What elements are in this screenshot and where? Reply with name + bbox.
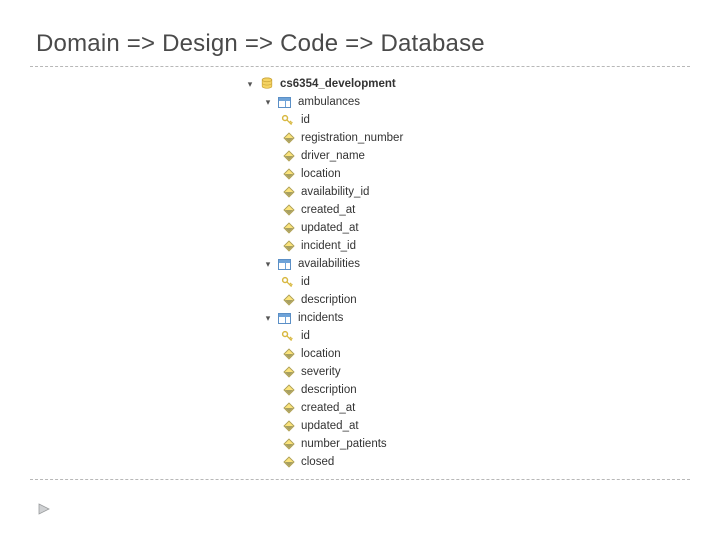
column-label: location: [299, 165, 341, 183]
diamond-icon: [280, 347, 295, 362]
column-label: availability_id: [299, 183, 369, 201]
table-node-availabilities[interactable]: ▾ availabilities: [245, 255, 720, 273]
column-label: number_patients: [299, 435, 387, 453]
column-label: incident_id: [299, 237, 356, 255]
column-node[interactable]: created_at: [245, 399, 720, 417]
column-label: location: [299, 345, 341, 363]
column-node[interactable]: registration_number: [245, 129, 720, 147]
column-label: description: [299, 381, 357, 399]
expand-arrow-icon[interactable]: ▾: [263, 311, 273, 325]
column-node[interactable]: id: [245, 111, 720, 129]
table-label: availabilities: [296, 255, 360, 273]
column-node[interactable]: closed: [245, 453, 720, 471]
diamond-icon: [280, 419, 295, 434]
table-label: incidents: [296, 309, 343, 327]
diamond-icon: [280, 221, 295, 236]
diamond-icon: [280, 455, 295, 470]
diamond-icon: [280, 383, 295, 398]
column-node[interactable]: location: [245, 165, 720, 183]
column-node[interactable]: description: [245, 291, 720, 309]
database-icon: [259, 77, 274, 92]
diamond-icon: [280, 203, 295, 218]
column-node[interactable]: updated_at: [245, 219, 720, 237]
column-node[interactable]: driver_name: [245, 147, 720, 165]
column-label: severity: [299, 363, 341, 381]
column-node[interactable]: updated_at: [245, 417, 720, 435]
column-label: updated_at: [299, 417, 359, 435]
column-node[interactable]: id: [245, 273, 720, 291]
key-icon: [280, 113, 295, 128]
divider-top: [30, 66, 690, 67]
column-label: id: [299, 327, 310, 345]
expand-arrow-icon[interactable]: ▾: [263, 95, 273, 109]
table-node-ambulances[interactable]: ▾ ambulances: [245, 93, 720, 111]
column-node[interactable]: description: [245, 381, 720, 399]
column-node[interactable]: severity: [245, 363, 720, 381]
column-label: created_at: [299, 201, 355, 219]
column-label: id: [299, 111, 310, 129]
diamond-icon: [280, 149, 295, 164]
bullet-play-icon: [38, 502, 52, 520]
expand-arrow-icon[interactable]: ▾: [245, 77, 255, 91]
table-icon: [277, 311, 292, 326]
column-node[interactable]: incident_id: [245, 237, 720, 255]
diamond-icon: [280, 401, 295, 416]
column-label: updated_at: [299, 219, 359, 237]
table-icon: [277, 257, 292, 272]
table-icon: [277, 95, 292, 110]
column-node[interactable]: id: [245, 327, 720, 345]
divider-bottom: [30, 479, 690, 480]
diamond-icon: [280, 365, 295, 380]
column-label: created_at: [299, 399, 355, 417]
key-icon: [280, 329, 295, 344]
diamond-icon: [280, 131, 295, 146]
slide-title: Domain => Design => Code => Database: [0, 0, 720, 66]
column-label: id: [299, 273, 310, 291]
column-label: driver_name: [299, 147, 365, 165]
diamond-icon: [280, 293, 295, 308]
column-node[interactable]: number_patients: [245, 435, 720, 453]
diamond-icon: [280, 437, 295, 452]
diamond-icon: [280, 185, 295, 200]
database-label: cs6354_development: [278, 75, 396, 93]
column-node[interactable]: availability_id: [245, 183, 720, 201]
column-label: registration_number: [299, 129, 403, 147]
table-node-incidents[interactable]: ▾ incidents: [245, 309, 720, 327]
table-label: ambulances: [296, 93, 360, 111]
diamond-icon: [280, 167, 295, 182]
diamond-icon: [280, 239, 295, 254]
column-node[interactable]: location: [245, 345, 720, 363]
column-label: description: [299, 291, 357, 309]
database-node[interactable]: ▾ cs6354_development: [245, 75, 720, 93]
column-node[interactable]: created_at: [245, 201, 720, 219]
column-label: closed: [299, 453, 334, 471]
expand-arrow-icon[interactable]: ▾: [263, 257, 273, 271]
key-icon: [280, 275, 295, 290]
schema-tree: ▾ cs6354_development ▾ ambulances id reg…: [245, 75, 720, 471]
